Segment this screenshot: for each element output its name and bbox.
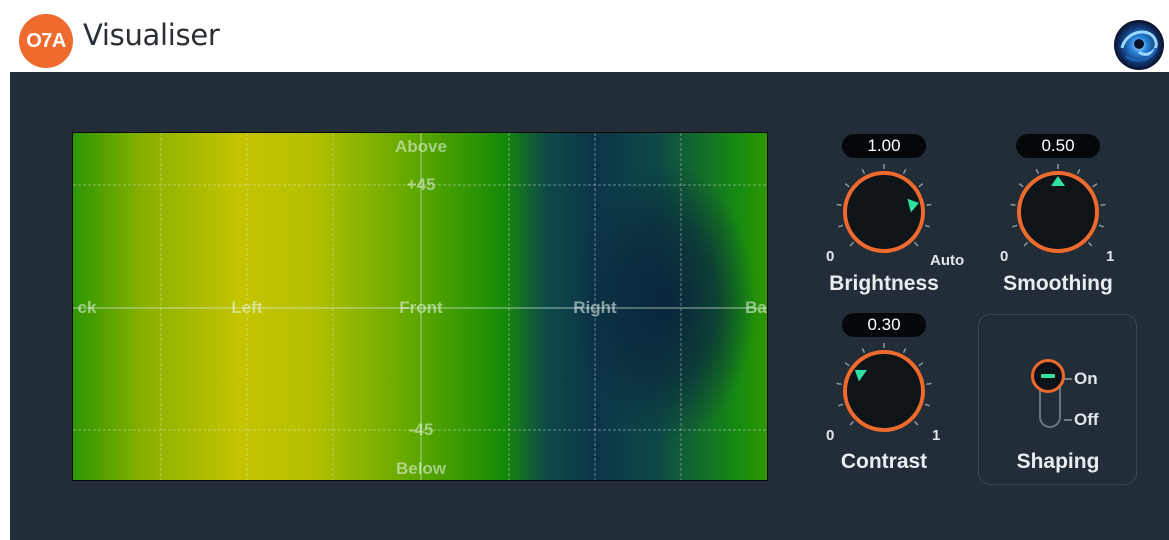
smoothing-min-label: 0 xyxy=(1000,248,1009,265)
header-bar: O7A Visualiser xyxy=(0,0,1169,72)
shaping-toggle-switch[interactable] xyxy=(1031,359,1065,393)
smoothing-value[interactable]: 0.50 xyxy=(1016,134,1100,158)
brightness-label: Brightness xyxy=(829,272,939,295)
smoothing-knob[interactable] xyxy=(998,162,1118,262)
toggle-indicator xyxy=(1041,374,1055,378)
label-above: Above xyxy=(395,137,447,156)
contrast-min-label: 0 xyxy=(826,427,835,444)
shaping-off-label[interactable]: Off xyxy=(1074,410,1099,430)
o7a-logo-badge: O7A xyxy=(19,14,73,68)
label-right: Right xyxy=(573,298,617,317)
shaping-label: Shaping xyxy=(1016,450,1100,473)
contrast-label: Contrast xyxy=(840,450,928,473)
label-front: Front xyxy=(399,298,443,317)
label-left: Left xyxy=(231,298,263,317)
smoothing-max-label: 1 xyxy=(1106,248,1115,265)
label-plus45: +45 xyxy=(406,175,436,194)
toggle-ticks xyxy=(1064,378,1072,421)
contrast-value[interactable]: 0.30 xyxy=(842,313,926,337)
brightness-knob[interactable] xyxy=(824,162,944,262)
label-below: Below xyxy=(395,459,447,478)
contrast-max-label: 1 xyxy=(932,427,941,444)
shaping-on-label[interactable]: On xyxy=(1074,369,1098,389)
brand-swirl-icon xyxy=(1114,20,1164,70)
label-minus45: -45 xyxy=(408,420,434,439)
app-title: Visualiser xyxy=(83,18,220,52)
brightness-max-label: Auto xyxy=(930,252,965,269)
label-back-right: Ba xyxy=(745,298,767,317)
label-back-left: ck xyxy=(77,298,97,317)
brightness-value[interactable]: 1.00 xyxy=(842,134,926,158)
brightness-min-label: 0 xyxy=(826,248,835,265)
smoothing-label: Smoothing xyxy=(1003,272,1113,295)
spatial-visualiser-display: Above +45 -45 Below ck Left Front Right … xyxy=(72,132,768,481)
contrast-knob[interactable] xyxy=(824,341,944,441)
